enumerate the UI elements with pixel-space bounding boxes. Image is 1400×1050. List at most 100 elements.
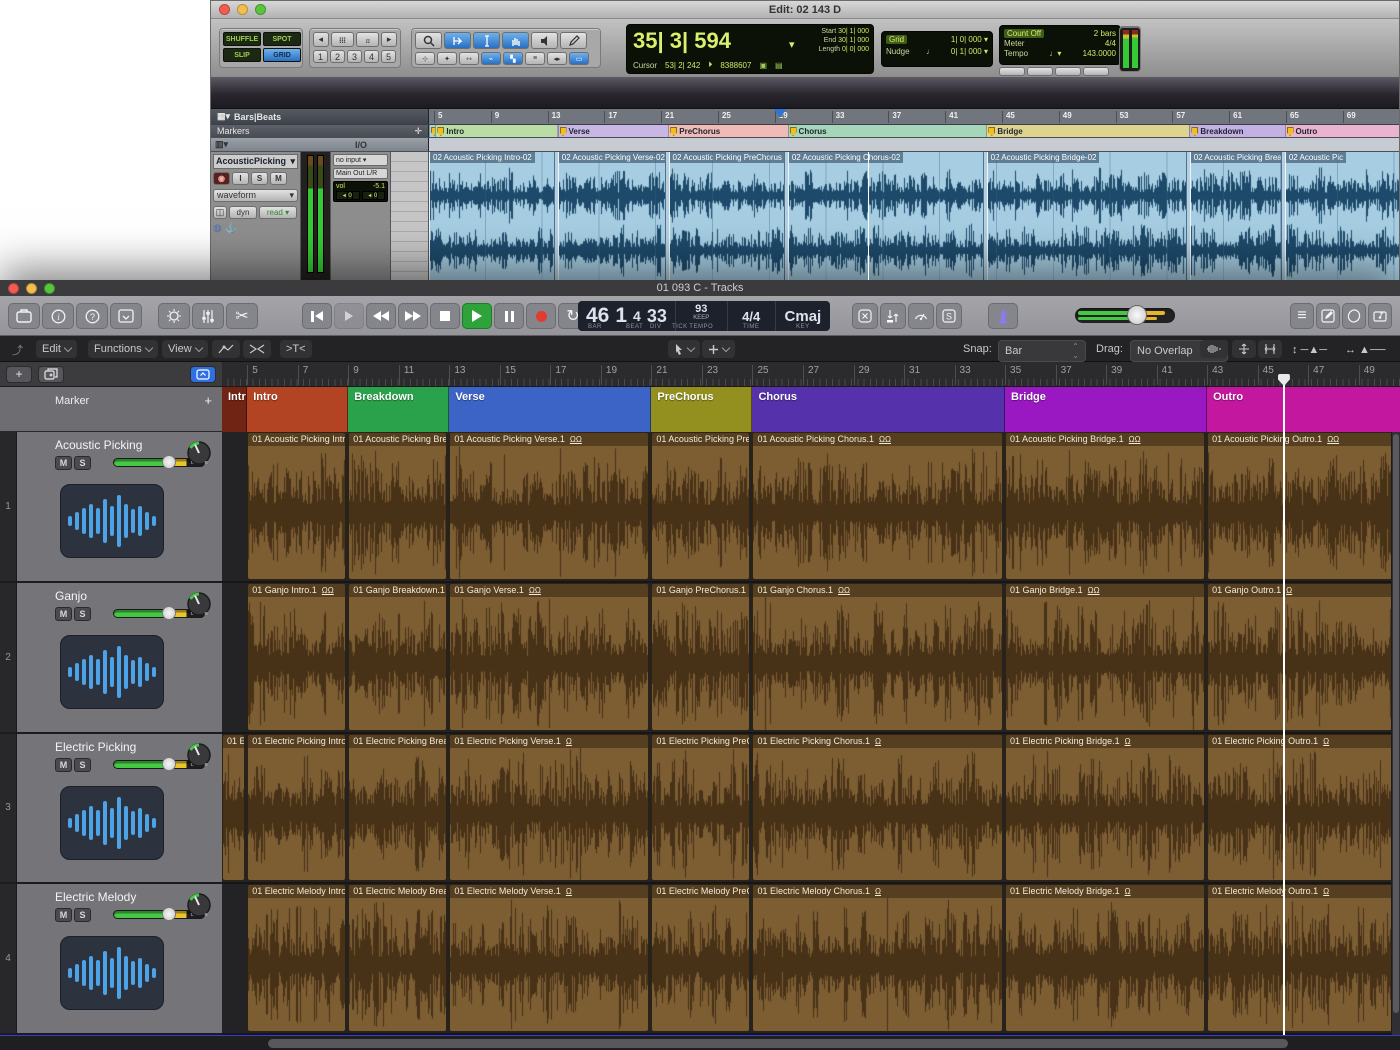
solo-button[interactable]: S — [74, 758, 91, 772]
vertical-scrollbar[interactable] — [1391, 432, 1400, 1035]
track-waveform-icon[interactable] — [60, 936, 164, 1010]
pan-right-readout[interactable]: ◂ 0 — [362, 191, 386, 200]
audio-region[interactable]: 01 Electric Melody Intro. — [247, 884, 346, 1032]
toolbar-toggle-button[interactable] — [110, 303, 142, 329]
midi-zoom-icon[interactable]: ᎓᎓ — [356, 32, 379, 47]
go-to-beginning-button[interactable] — [302, 303, 332, 329]
track-freeze-icon[interactable]: ◍ ⚓ — [213, 223, 298, 234]
track-waveform-icon[interactable] — [60, 484, 164, 558]
zoom-preset-button[interactable]: 5 — [381, 50, 396, 63]
solo-mode-button[interactable]: S — [936, 303, 962, 329]
mute-button[interactable]: M — [55, 908, 72, 922]
audio-region[interactable]: 01 Acoustic Picking Bridge.1ΩΩ — [1005, 432, 1205, 580]
merge-button[interactable] — [1055, 67, 1081, 76]
track-name[interactable]: Ganjo — [55, 589, 87, 603]
track-lane-3[interactable]: 01 El01 Electric Picking Intro.01 Electr… — [222, 734, 1400, 885]
solo-button[interactable]: S — [251, 172, 268, 185]
audio-region[interactable]: 02 Acoustic Picking Chorus-02 — [788, 152, 984, 281]
pan-left-readout[interactable]: ◂ 0 — [336, 191, 360, 200]
waveform-zoom-button[interactable] — [1200, 340, 1228, 358]
audio-region[interactable]: 02 Acoustic Picking Verse-02 — [558, 152, 666, 281]
quick-help-button[interactable]: ? — [76, 303, 108, 329]
punch-in-out-button[interactable] — [880, 303, 906, 329]
solo-button[interactable]: S — [74, 607, 91, 621]
edit-option-button[interactable]: ▚ — [503, 52, 523, 65]
section-outro[interactable]: Outro — [1207, 387, 1400, 432]
audio-region[interactable]: 01 Acoustic Picking Chorus.1ΩΩ — [752, 432, 1003, 580]
track-lane-4[interactable]: 01 Electric Melody Intro. 01 Electric Mel… — [222, 884, 1400, 1035]
loop-browser-button[interactable] — [1342, 303, 1366, 329]
rewind-button[interactable] — [366, 303, 396, 329]
input-selector[interactable]: no input ▾ — [333, 154, 388, 166]
left-click-tool-menu[interactable] — [668, 340, 700, 358]
countoff-button[interactable] — [1027, 67, 1053, 76]
metronome-button[interactable] — [988, 303, 1018, 329]
edit-mode-spot[interactable]: SPOT — [263, 32, 301, 46]
track-name[interactable]: Electric Melody — [55, 890, 136, 904]
universe-strip[interactable] — [211, 78, 1399, 109]
stop-button[interactable] — [430, 303, 460, 329]
bar-ruler[interactable]: 5791113151719212325272931333537394143454… — [222, 362, 1400, 387]
volume-knob[interactable] — [1127, 305, 1147, 325]
vertical-zoom-slider[interactable]: ↕ ─▲─ — [1292, 344, 1327, 356]
pre-roll-icon[interactable]: ▣ — [759, 61, 767, 70]
add-marker-icon[interactable]: + — [204, 393, 212, 408]
audio-region[interactable]: 01 Acoustic Picking Outro.1ΩΩ — [1207, 432, 1400, 580]
trim-tool[interactable] — [444, 32, 471, 49]
marker-prechorus[interactable]: PreChorus — [668, 125, 787, 137]
section-chorus[interactable]: Chorus — [752, 387, 1005, 432]
inspector-button[interactable]: i — [42, 303, 74, 329]
audio-region[interactable]: 01 Electric Melody Outro.1Ω — [1207, 884, 1400, 1032]
mute-button[interactable]: M — [270, 172, 287, 185]
edit-option-button[interactable]: ✦ — [437, 52, 457, 65]
edit-timeline[interactable]: 02 Acoustic Picking Intro-0202 Acoustic … — [429, 152, 1399, 281]
audio-region[interactable]: 01 Ganjo Verse.1ΩΩ — [449, 583, 649, 731]
audio-region[interactable]: 02 Acoustic Picking PreChorus — [669, 152, 785, 281]
zoom-in-icon[interactable]: ▸ — [381, 32, 397, 47]
track-name[interactable]: Electric Picking — [55, 740, 136, 754]
zoom-out-icon[interactable]: ◂ — [313, 32, 329, 47]
section-intro[interactable]: Intro — [247, 387, 348, 432]
ruler-menu-icon[interactable]: ▦▾ — [217, 111, 230, 122]
library-button[interactable] — [8, 303, 40, 329]
edit-mode-slip[interactable]: SLIP — [223, 48, 261, 62]
audio-region[interactable]: 01 Electric Melody PreCh — [651, 884, 750, 1032]
marker-intro[interactable]: Intro — [435, 125, 557, 137]
section-intro[interactable]: Intro — [222, 387, 247, 432]
audio-region[interactable]: 01 Acoustic Picking Intro — [247, 432, 346, 580]
track-waveform-icon[interactable] — [60, 786, 164, 860]
track-header[interactable]: AcousticPicking▾ ◉ I S M waveform▾ ◫ dyn… — [211, 152, 301, 281]
pan-knob[interactable]: LR — [186, 591, 212, 622]
mixer-button[interactable] — [192, 303, 224, 329]
catch-button[interactable]: >T< — [280, 340, 312, 358]
pan-knob[interactable]: LR — [186, 742, 212, 773]
track-header-acoustic-picking[interactable]: 1Acoustic PickingMSLR — [0, 432, 222, 583]
track-lane-1[interactable]: 01 Acoustic Picking Intro 01 Acoustic Pic… — [222, 432, 1400, 583]
volume-knob[interactable] — [162, 606, 176, 620]
track-lane-2[interactable]: 01 Ganjo Intro.1ΩΩ01 Ganjo Breakdown.101… — [222, 583, 1400, 734]
edit-option-button[interactable]: ⊹ — [415, 52, 435, 65]
edit-option-button[interactable]: ▭ — [569, 52, 589, 65]
edit-option-button[interactable]: ⇿ — [459, 52, 479, 65]
volume-knob[interactable] — [162, 907, 176, 921]
track-name[interactable]: AcousticPicking — [216, 156, 286, 167]
metronome-button[interactable] — [999, 67, 1025, 76]
countoff-display[interactable]: Count Off 2 bars Meter 4/4 Tempo♩▾ 143.0… — [999, 25, 1121, 65]
track-menu-icon[interactable]: ▾ — [290, 156, 295, 167]
audio-region[interactable]: 01 Ganjo Bridge.1ΩΩ — [1005, 583, 1205, 731]
audio-region[interactable]: 02 Acoustic Pic — [1285, 152, 1399, 281]
scrubber-tool[interactable] — [531, 32, 558, 49]
track-header-ganjo[interactable]: 2GanjoMSLR — [0, 583, 222, 734]
audio-region[interactable]: 01 Electric Melody Bridge.1Ω — [1005, 884, 1205, 1032]
edit-option-button[interactable]: ◂▸ — [547, 52, 567, 65]
marker-chorus[interactable]: Chorus — [788, 125, 987, 137]
audio-region[interactable]: 01 Electric Melody Verse.1Ω — [449, 884, 649, 1032]
track-view-selector[interactable]: waveform▾ — [213, 189, 298, 202]
edit-menu[interactable]: Edit — [36, 340, 77, 358]
audio-region[interactable]: 02 Acoustic Picking Breakdown — [1190, 152, 1282, 281]
logic-titlebar[interactable]: 01 093 C - Tracks — [0, 280, 1400, 296]
edit-option-button[interactable]: ≡ — [525, 52, 545, 65]
automation-button[interactable] — [212, 340, 240, 358]
selector-tool[interactable] — [473, 32, 500, 49]
section-breakdown[interactable]: Breakdown — [348, 387, 449, 432]
